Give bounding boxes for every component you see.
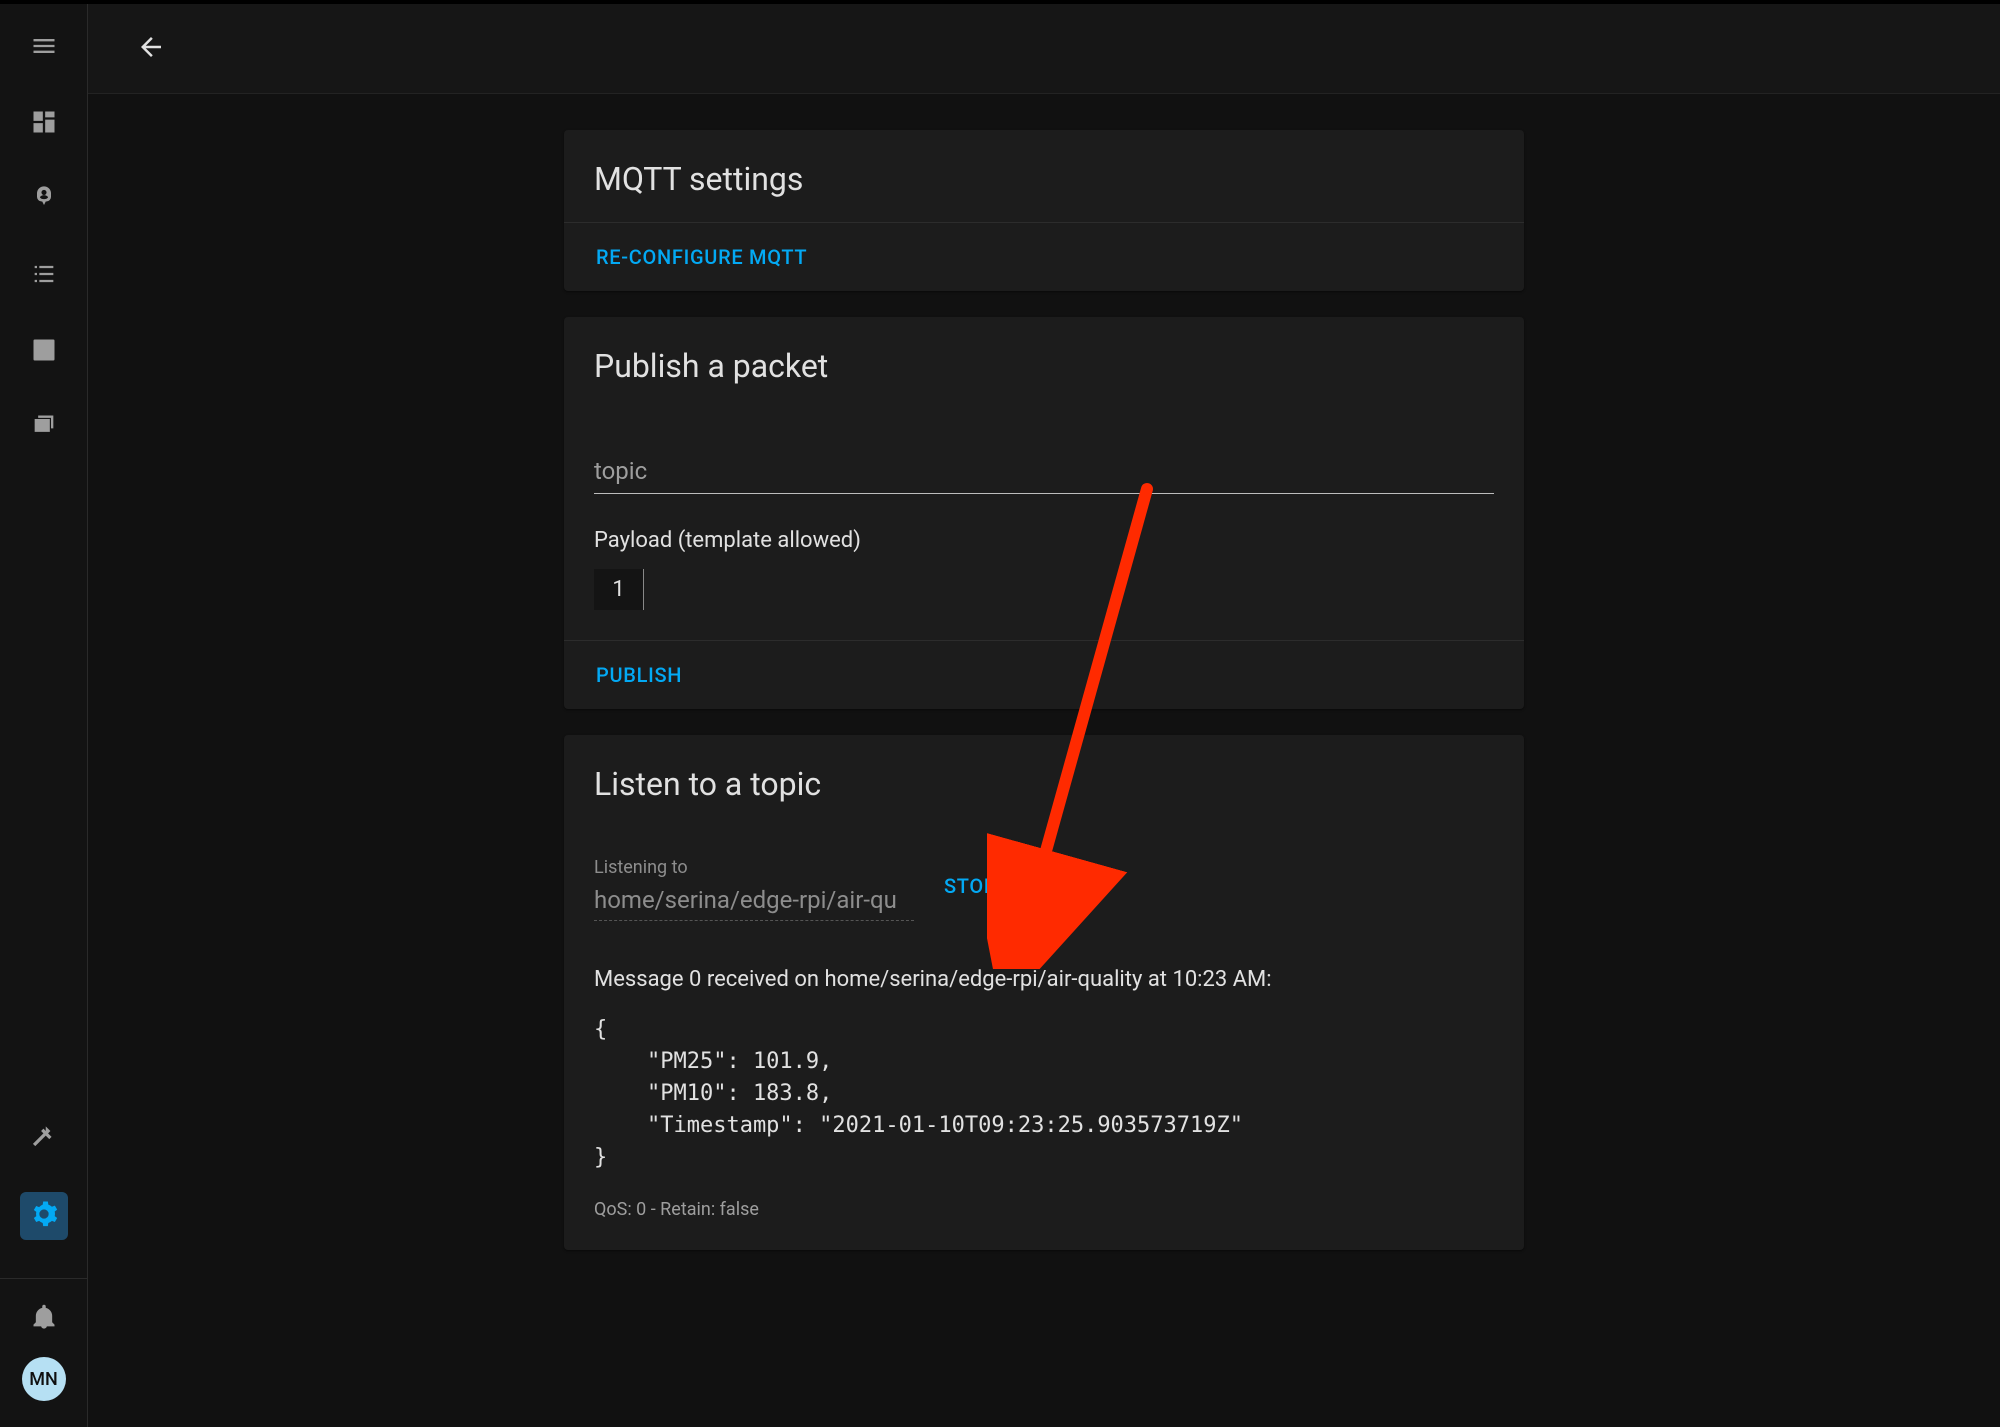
menu-icon	[30, 32, 58, 64]
back-button[interactable]	[128, 26, 174, 72]
topbar	[88, 4, 2000, 94]
card-mqtt-settings: MQTT settings RE-CONFIGURE MQTT	[564, 130, 1524, 291]
sidebar-item-map[interactable]	[20, 176, 68, 224]
sidebar-item-devtools[interactable]	[20, 1116, 68, 1164]
sidebar-item-notifications[interactable]	[20, 1295, 68, 1343]
received-message-summary: Message 0 received on home/serina/edge-r…	[594, 967, 1494, 992]
card-title-publish: Publish a packet	[564, 317, 1524, 409]
hammer-icon	[30, 1124, 58, 1156]
qos-retain-line: QoS: 0 - Retain: false	[594, 1199, 1494, 1220]
sidebar: MN	[0, 4, 88, 1427]
gear-icon	[30, 1200, 58, 1232]
publish-topic-input[interactable]	[594, 449, 1494, 494]
sidebar-item-media[interactable]	[20, 404, 68, 452]
bell-icon	[30, 1303, 58, 1335]
user-avatar[interactable]: MN	[22, 1357, 66, 1401]
card-title-listen: Listen to a topic	[564, 735, 1524, 827]
payload-label: Payload (template allowed)	[594, 528, 1494, 553]
received-message-body: { "PM25": 101.9, "PM10": 183.8, "Timesta…	[594, 1014, 1494, 1173]
listen-field: Listening to	[594, 857, 914, 921]
card-listen: Listen to a topic Listening to STOP LIST…	[564, 735, 1524, 1250]
list-icon	[30, 260, 58, 292]
listen-row: Listening to STOP LISTENING	[594, 857, 1494, 921]
stop-listening-button[interactable]: STOP LISTENING	[938, 870, 1115, 902]
publish-button[interactable]: PUBLISH	[590, 659, 688, 691]
chart-icon	[30, 336, 58, 368]
card-actions-mqtt: RE-CONFIGURE MQTT	[564, 222, 1524, 291]
card-body-listen: Listening to STOP LISTENING Message 0 re…	[564, 827, 1524, 1250]
sidebar-item-history[interactable]	[20, 328, 68, 376]
listening-to-label: Listening to	[594, 857, 914, 878]
app-root: MN MQTT settings RE-CONFIGURE MQTT Publi…	[0, 0, 2000, 1427]
card-title-mqtt: MQTT settings	[564, 130, 1524, 222]
sidebar-divider	[0, 1278, 87, 1279]
dashboard-icon	[30, 108, 58, 140]
publish-payload-input[interactable]	[594, 569, 644, 610]
card-body-publish: Payload (template allowed)	[564, 409, 1524, 640]
card-publish: Publish a packet Payload (template allow…	[564, 317, 1524, 709]
person-pin-icon	[30, 184, 58, 216]
arrow-left-icon	[136, 32, 166, 66]
sidebar-item-settings[interactable]	[20, 1192, 68, 1240]
sidebar-item-logbook[interactable]	[20, 252, 68, 300]
menu-toggle-button[interactable]	[20, 24, 68, 72]
reconfigure-mqtt-button[interactable]: RE-CONFIGURE MQTT	[590, 241, 813, 273]
media-icon	[30, 412, 58, 444]
content-scroll[interactable]: MQTT settings RE-CONFIGURE MQTT Publish …	[88, 94, 2000, 1427]
sidebar-item-overview[interactable]	[20, 100, 68, 148]
main-panel: MQTT settings RE-CONFIGURE MQTT Publish …	[88, 4, 2000, 1427]
card-actions-publish: PUBLISH	[564, 640, 1524, 709]
avatar-initials: MN	[29, 1369, 58, 1390]
listen-topic-input[interactable]	[594, 882, 914, 921]
